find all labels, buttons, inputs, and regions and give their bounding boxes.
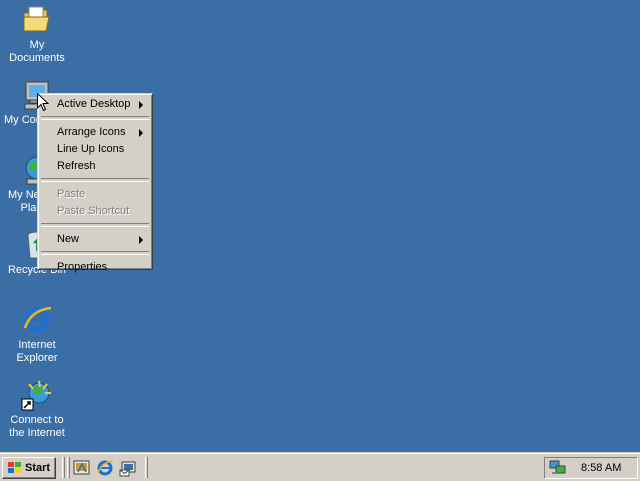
menu-item-line-up-icons[interactable]: Line Up Icons [40, 141, 150, 158]
internet-explorer-icon[interactable] [96, 459, 114, 477]
menu-item-label: Properties [57, 261, 108, 273]
desktop-icon-internet-explorer[interactable]: Internet Explorer [0, 304, 74, 365]
desktop-icon-label: Connect to the Internet [9, 414, 65, 439]
desktop-icon-connect-to-internet[interactable]: Connect to the Internet [0, 379, 74, 440]
menu-item-label: Line Up Icons [57, 143, 125, 155]
start-label: Start [25, 462, 51, 474]
toolbar-grip[interactable] [67, 457, 70, 478]
menu-separator [41, 223, 149, 227]
submenu-arrow-icon [139, 236, 143, 244]
desktop-icon-label: Internet Explorer [16, 339, 58, 364]
menu-item-active-desktop[interactable]: Active Desktop [40, 96, 150, 113]
menu-item-paste: Paste [40, 186, 150, 203]
menu-item-label: Refresh [57, 160, 96, 172]
menu-item-label: Arrange Icons [57, 126, 126, 138]
outlook-express-icon[interactable] [119, 459, 137, 477]
windows-flag-icon [8, 462, 21, 473]
internet-explorer-icon [21, 304, 53, 336]
menu-item-properties[interactable]: Properties [40, 259, 150, 276]
taskbar: Start 8:58 AM [0, 452, 640, 481]
folder-icon [21, 4, 53, 36]
show-desktop-icon[interactable] [73, 459, 91, 477]
desktop-context-menu: Active Desktop Arrange Icons Line Up Ico… [37, 93, 153, 273]
menu-item-label: Paste [57, 188, 86, 200]
menu-item-new[interactable]: New [40, 231, 150, 248]
desktop-icon-label: My Documents [9, 39, 65, 64]
menu-item-label: New [57, 233, 80, 245]
toolbar-grip[interactable] [145, 457, 148, 478]
toolbar-grip[interactable] [62, 457, 65, 478]
network-connection-icon[interactable] [549, 460, 567, 476]
menu-item-refresh[interactable]: Refresh [40, 158, 150, 175]
mouse-cursor-icon [37, 93, 49, 112]
submenu-arrow-icon [139, 129, 143, 137]
desktop-icon-my-documents[interactable]: My Documents [0, 4, 74, 65]
menu-item-label: Paste Shortcut [57, 205, 130, 217]
clock[interactable]: 8:58 AM [581, 462, 621, 474]
start-button[interactable]: Start [2, 457, 56, 479]
system-tray: 8:58 AM [544, 457, 638, 479]
submenu-arrow-icon [139, 101, 143, 109]
menu-item-arrange-icons[interactable]: Arrange Icons [40, 124, 150, 141]
connect-wizard-icon [21, 379, 53, 411]
menu-item-label: Active Desktop [57, 98, 131, 110]
menu-item-paste-shortcut: Paste Shortcut [40, 203, 150, 220]
menu-separator [41, 251, 149, 255]
menu-separator [41, 178, 149, 182]
menu-separator [41, 116, 149, 120]
